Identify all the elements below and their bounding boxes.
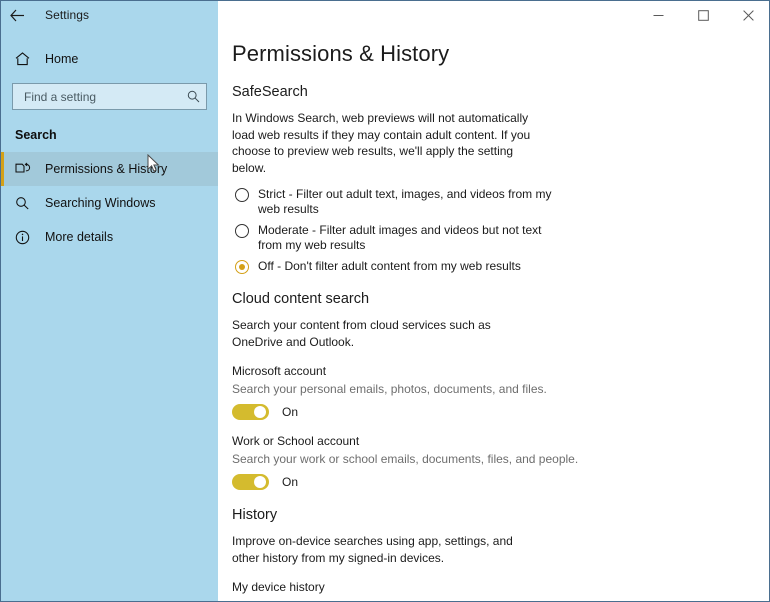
- search-input[interactable]: [22, 88, 187, 105]
- content-area: Permissions & History SafeSearch In Wind…: [218, 29, 769, 601]
- microsoft-account-label: Microsoft account: [232, 364, 327, 378]
- work-school-account-toggle-row[interactable]: On: [232, 474, 592, 490]
- sidebar: Home Search Permi: [1, 29, 218, 601]
- home-icon: [15, 52, 37, 66]
- history-description: Improve on-device searches using app, se…: [232, 534, 513, 565]
- minimize-button[interactable]: [636, 1, 681, 29]
- radio-option-off[interactable]: Off - Don't filter adult content from my…: [232, 259, 592, 274]
- work-school-account-label: Work or School account: [232, 434, 360, 448]
- sidebar-item-label: Permissions & History: [45, 162, 168, 176]
- section-title-safesearch: SafeSearch: [232, 84, 308, 100]
- settings-window: Settings Home Find a setting Search Perm…: [0, 0, 770, 602]
- toggle-knob: [254, 476, 266, 488]
- work-school-account-description: Search your work or school emails, docum…: [232, 452, 579, 466]
- sidebar-item-label: Searching Windows: [45, 196, 156, 210]
- maximize-button[interactable]: [681, 1, 726, 29]
- title-bar: Settings: [1, 1, 769, 29]
- section-title-cloud-content: Cloud content search: [232, 291, 370, 307]
- sidebar-item-label: More details: [45, 230, 114, 244]
- toggle-switch[interactable]: [232, 404, 269, 420]
- search-icon: [187, 90, 200, 103]
- microsoft-account-description: Search your personal emails, photos, doc…: [232, 382, 547, 396]
- app-title: Settings: [45, 8, 90, 22]
- window-controls: [218, 1, 769, 29]
- close-button[interactable]: [726, 1, 769, 29]
- minimize-icon: [653, 14, 664, 16]
- page-title: Permissions & History: [232, 41, 450, 66]
- radio-button[interactable]: [235, 224, 249, 238]
- toggle-switch[interactable]: [232, 474, 269, 490]
- section-title-history: History: [232, 507, 278, 523]
- title-bar-left: Settings: [1, 1, 218, 29]
- maximize-icon: [698, 9, 709, 21]
- sidebar-item-searching-windows[interactable]: Searching Windows: [1, 186, 218, 220]
- safesearch-radio-group: Strict - Filter out adult text, images, …: [232, 187, 592, 274]
- radio-label: Moderate - Filter adult images and video…: [258, 223, 542, 252]
- back-button[interactable]: [1, 1, 33, 29]
- radio-button[interactable]: [235, 188, 249, 202]
- sidebar-nav: Permissions & History Searching Windows: [1, 152, 218, 254]
- device-history-label: My device history: [232, 580, 325, 594]
- sidebar-home-label: Home: [45, 52, 79, 66]
- magnifier-icon: [15, 196, 37, 210]
- radio-option-strict[interactable]: Strict - Filter out adult text, images, …: [232, 187, 592, 217]
- safesearch-description: In Windows Search, web previews will not…: [232, 111, 531, 175]
- radio-option-moderate[interactable]: Moderate - Filter adult images and video…: [232, 223, 592, 253]
- back-arrow-icon: [9, 9, 24, 21]
- sidebar-item-more-details[interactable]: More details: [1, 220, 218, 254]
- radio-label: Strict - Filter out adult text, images, …: [258, 187, 552, 216]
- toggle-state-label: On: [282, 405, 299, 419]
- microsoft-account-toggle-row[interactable]: On: [232, 404, 592, 420]
- cloud-content-description: Search your content from cloud services …: [232, 318, 491, 349]
- search-box[interactable]: [12, 83, 207, 110]
- close-icon: [743, 9, 754, 21]
- sidebar-item-permissions-history[interactable]: Permissions & History: [1, 152, 218, 186]
- toggle-knob: [254, 406, 266, 418]
- info-icon: [15, 230, 37, 245]
- radio-label: Off - Don't filter adult content from my…: [258, 259, 521, 273]
- permissions-icon: [15, 162, 37, 176]
- radio-button[interactable]: [235, 260, 249, 274]
- toggle-state-label: On: [282, 475, 299, 489]
- sidebar-group-label: Search: [15, 128, 57, 142]
- sidebar-item-home[interactable]: Home: [1, 42, 218, 76]
